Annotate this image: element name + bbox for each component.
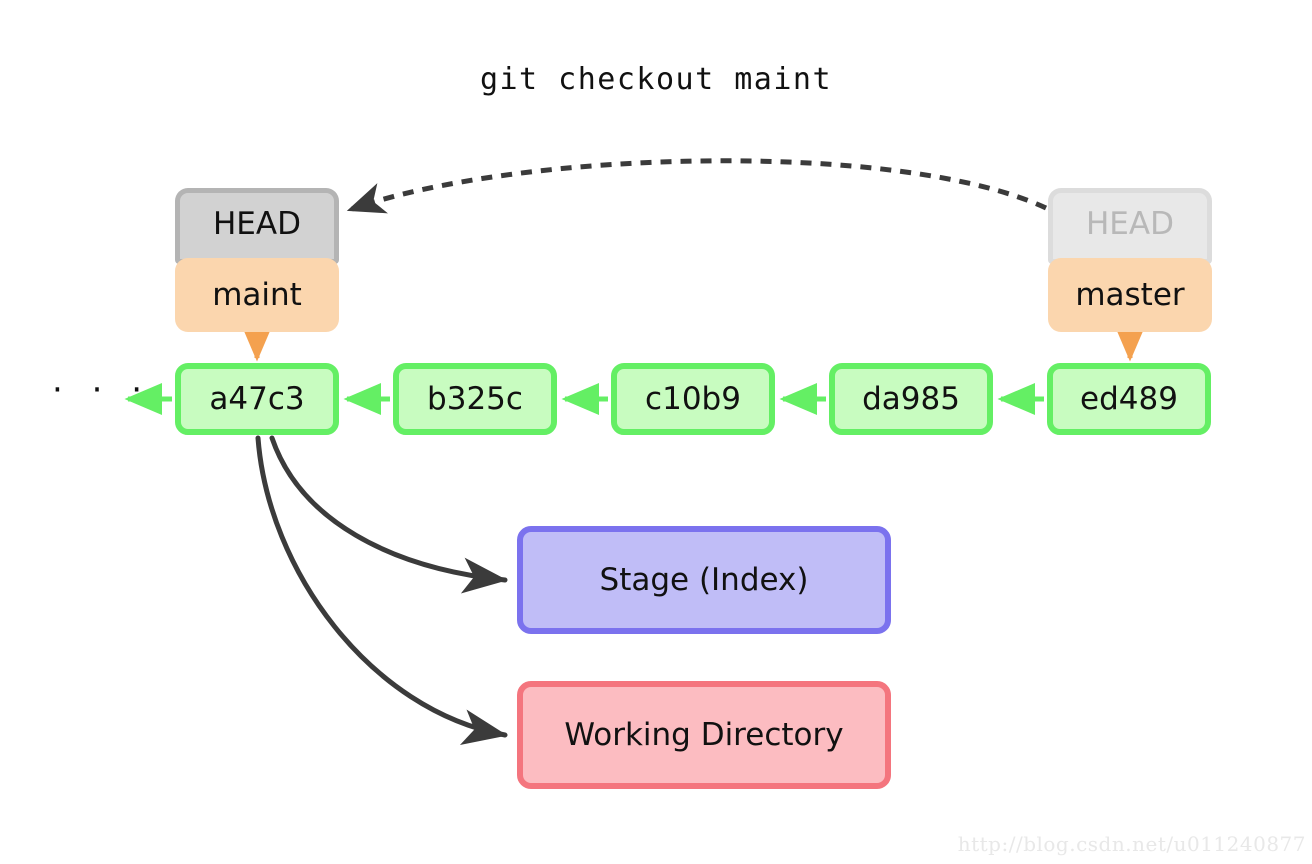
commit-node-c10b9[interactable]: c10b9 — [611, 363, 775, 435]
working-directory-box[interactable]: Working Directory — [517, 681, 891, 789]
history-ellipsis: · · · — [52, 370, 152, 410]
branch-ref-label: master — [1075, 277, 1185, 313]
branch-ref-label: maint — [212, 277, 302, 313]
stage-index-box[interactable]: Stage (Index) — [517, 526, 891, 634]
commit-label: b325c — [427, 381, 523, 417]
arrow-head-move — [346, 158, 1048, 214]
commit-label: c10b9 — [645, 381, 741, 417]
working-directory-label: Working Directory — [564, 717, 844, 753]
branch-ref-maint[interactable]: maint — [175, 258, 339, 332]
branch-ref-master[interactable]: master — [1048, 258, 1212, 332]
stage-index-label: Stage (Index) — [599, 562, 809, 598]
commit-label: ed489 — [1080, 381, 1178, 417]
head-box-previous[interactable]: HEAD — [1048, 188, 1212, 264]
commit-node-b325c[interactable]: b325c — [393, 363, 557, 435]
head-label: HEAD — [1086, 206, 1174, 242]
commit-node-ed489[interactable]: ed489 — [1047, 363, 1211, 435]
head-box-active[interactable]: HEAD — [175, 188, 339, 264]
watermark: http://blog.csdn.net/u011240877 — [957, 832, 1306, 856]
arrow-a47c3-to-stage — [269, 435, 508, 594]
arrow-a47c3-to-working — [255, 435, 508, 745]
page-title: git checkout maint — [479, 62, 833, 97]
commit-label: da985 — [862, 381, 960, 417]
commit-label: a47c3 — [209, 381, 305, 417]
head-label: HEAD — [213, 206, 301, 242]
commit-node-da985[interactable]: da985 — [829, 363, 993, 435]
commit-node-a47c3[interactable]: a47c3 — [175, 363, 339, 435]
diagram-canvas: git checkout maint · · · HEAD maint HEAD… — [0, 0, 1312, 864]
